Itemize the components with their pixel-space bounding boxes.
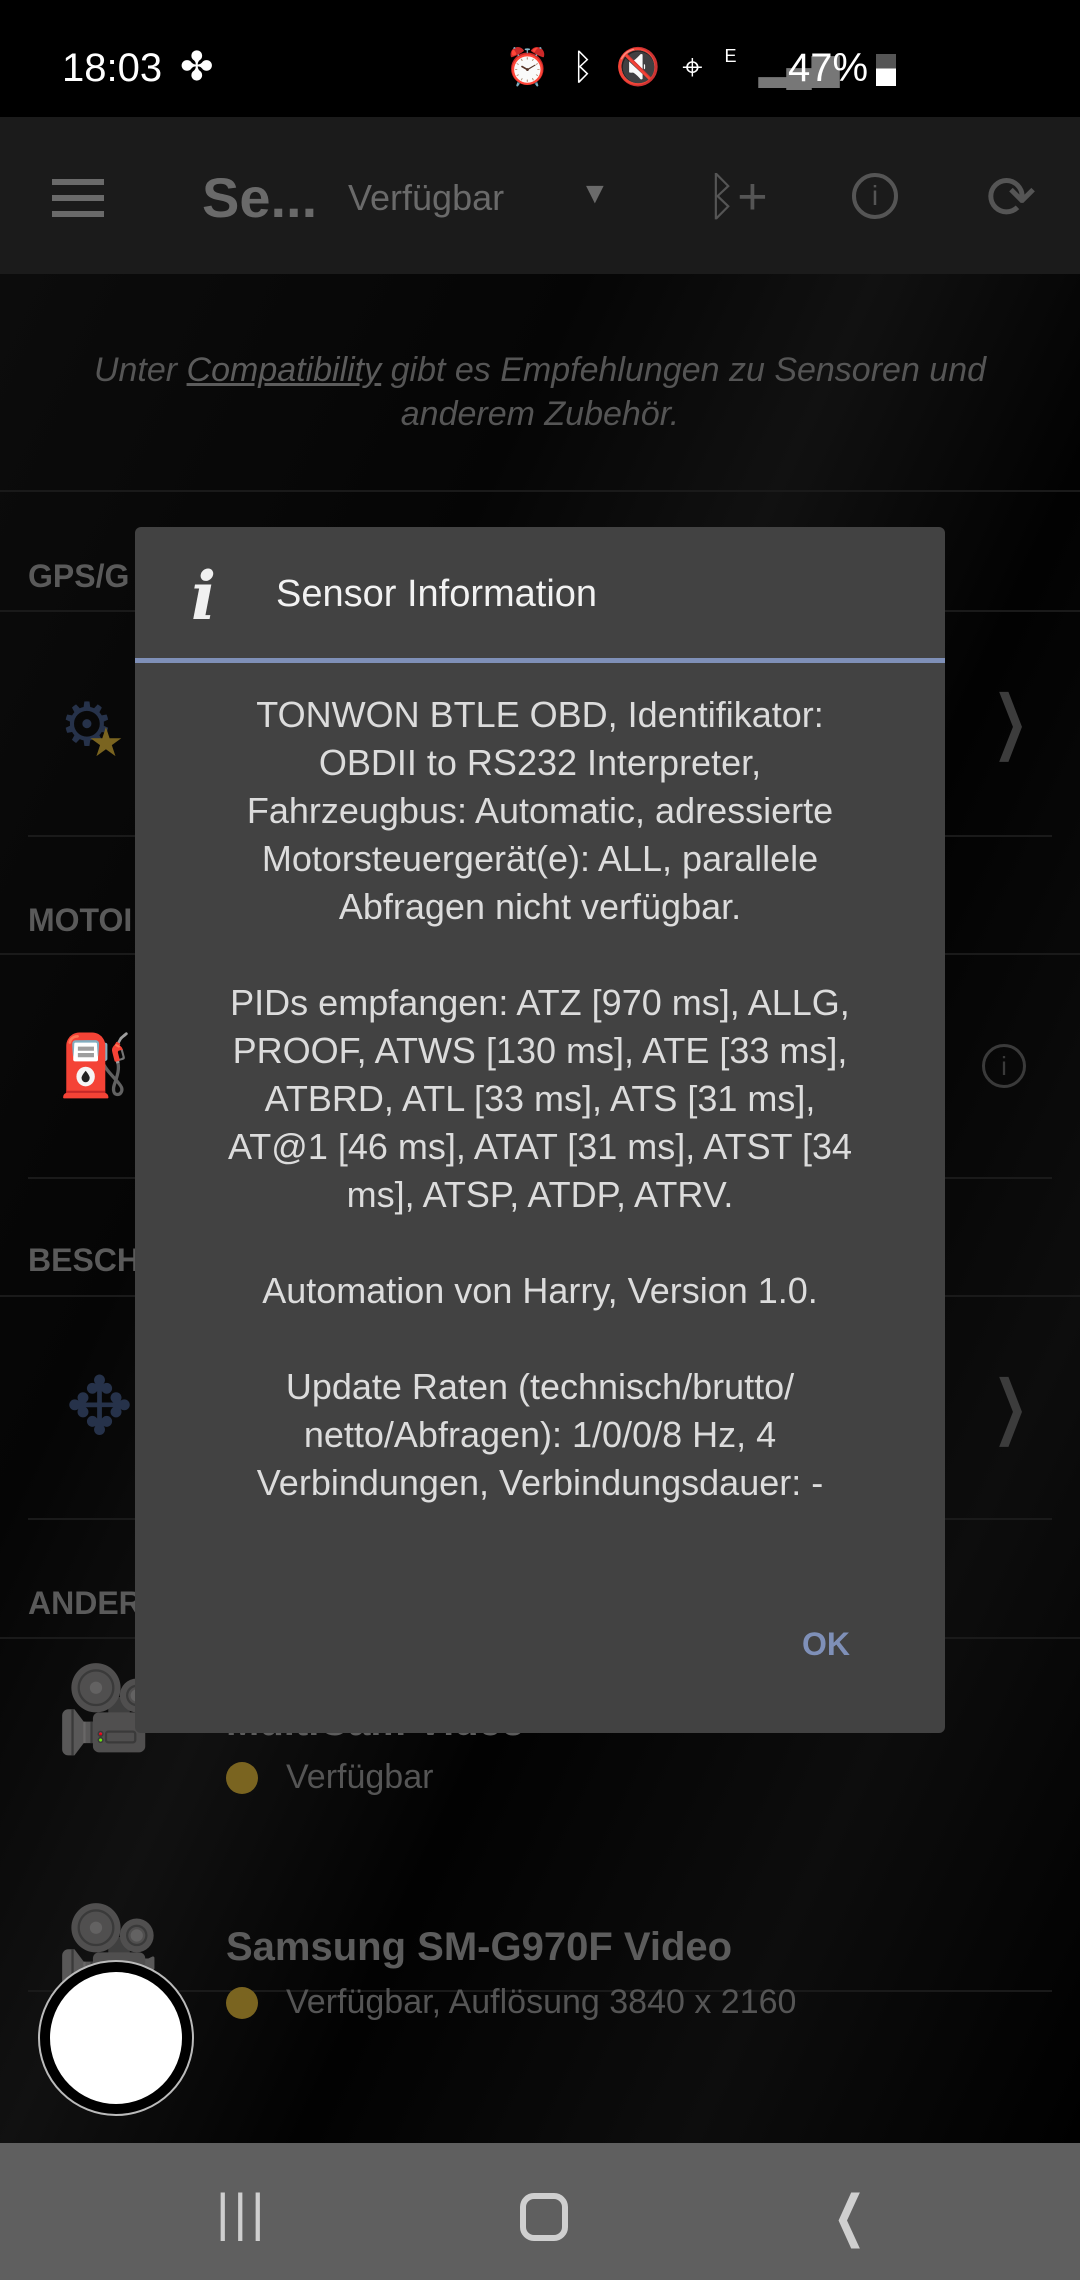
section-header-gps: GPS/G	[28, 558, 130, 594]
back-icon[interactable]: ❮	[833, 2183, 866, 2249]
device-status: Verfügbar, Auflösung 3840 x 2160	[286, 1983, 797, 2021]
compatibility-link[interactable]: Compatibility	[187, 351, 382, 389]
camera-record-button[interactable]	[38, 1960, 194, 2116]
status-dot	[226, 1761, 258, 1794]
section-header-motor: MOTOI	[28, 902, 133, 938]
info-icon: i	[191, 557, 217, 635]
location-icon: ⌖	[682, 46, 703, 87]
dialog-header: i Sensor Information	[135, 527, 945, 663]
refresh-icon[interactable]: ⟳	[986, 163, 1036, 233]
status-bar: 18:03 ✤ ⏰ ᛒ 🔇 ⌖ E ▂▄▆ 47%	[0, 0, 1080, 117]
status-dot	[226, 1986, 258, 2019]
battery-level: 47%	[788, 46, 869, 90]
engine-icon: ⛽	[58, 1032, 133, 1099]
menu-icon[interactable]	[52, 179, 104, 227]
filter-select[interactable]: Verfügbar	[348, 177, 504, 219]
section-header-andere: ANDER	[28, 1585, 142, 1621]
battery-icon	[876, 54, 896, 86]
home-icon[interactable]	[520, 2193, 568, 2241]
network-type: E	[724, 46, 737, 66]
sensor-information-dialog: i Sensor Information TONWON BTLE OBD, Id…	[135, 527, 945, 1733]
compatibility-hint: Unter Compatibility gibt es Empfehlungen…	[93, 351, 987, 433]
chevron-right-icon[interactable]: ❯	[993, 1365, 1028, 1447]
device-title: Samsung SM-G970F Video	[226, 1925, 733, 1969]
info-icon[interactable]: i	[982, 1044, 1026, 1088]
mute-icon: 🔇	[615, 46, 661, 87]
recent-apps-icon[interactable]: |||	[216, 2183, 269, 2243]
pinwheel-icon: ✤	[180, 45, 214, 89]
device-status: Verfügbar	[286, 1758, 434, 1796]
page-title: Se...	[202, 166, 318, 229]
dialog-message: TONWON BTLE OBD, Identifikator: OBDII to…	[227, 694, 853, 1503]
dialog-title: Sensor Information	[276, 573, 598, 615]
bluetooth-add-icon[interactable]: ᛒ+	[706, 167, 768, 227]
chevron-right-icon[interactable]: ❯	[993, 680, 1028, 762]
info-icon[interactable]: i	[852, 173, 898, 219]
ok-button[interactable]: OK	[802, 1626, 850, 1663]
dropdown-icon[interactable]: ▼	[580, 177, 610, 211]
clock: 18:03	[62, 46, 163, 90]
bluetooth-icon: ᛒ	[571, 46, 594, 87]
move-arrows-icon: ✥	[66, 1362, 134, 1451]
app-bar: Se... Verfügbar ▼ ᛒ+ i ⟳	[0, 117, 1080, 274]
section-header-besch: BESCH	[28, 1242, 141, 1278]
alarm-icon: ⏰	[505, 46, 550, 87]
navigation-bar: ||| ❮	[0, 2143, 1080, 2280]
favorite-star-icon: ★	[88, 721, 124, 765]
